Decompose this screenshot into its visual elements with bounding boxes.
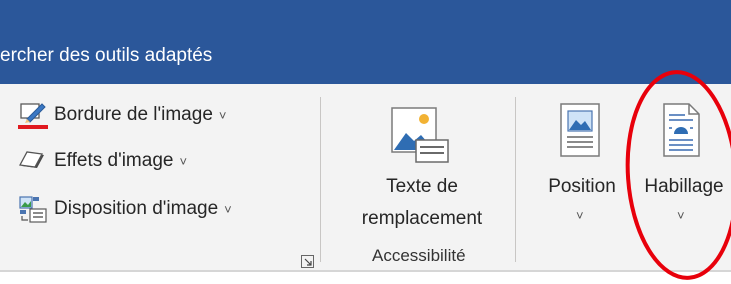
wrap-text-label: Habillage [644, 176, 724, 197]
chevron-down-icon: ˅ [179, 153, 188, 169]
title-bar: ercher des outils adaptés [0, 0, 731, 84]
alt-text-label-line2: remplacement [361, 208, 483, 229]
accessibility-group-label: Accessibilité [372, 246, 466, 265]
position-icon [560, 103, 600, 157]
picture-layout-button[interactable]: Disposition d'image ˅ [18, 192, 232, 226]
chevron-down-icon: ˅ [576, 208, 584, 223]
picture-effects-button[interactable]: Effets d'image ˅ [18, 144, 187, 178]
search-box[interactable]: ercher des outils adaptés [0, 45, 212, 67]
chevron-down-icon: ˅ [677, 208, 685, 223]
picture-border-label: Bordure de l'image [54, 104, 213, 125]
dialog-launcher-icon[interactable] [301, 255, 314, 268]
position-label: Position [548, 176, 616, 197]
position-button[interactable]: Position ˅ [536, 98, 628, 238]
picture-effects-label: Effets d'image [54, 150, 174, 171]
picture-layout-label: Disposition d'image [54, 198, 219, 219]
picture-layout-icon [18, 194, 48, 224]
chevron-down-icon: ˅ [224, 201, 232, 217]
picture-effects-icon [18, 146, 48, 176]
chevron-down-icon: ˅ [218, 107, 227, 123]
picture-border-button[interactable]: Bordure de l'image ˅ [18, 98, 226, 132]
group-divider [320, 97, 321, 262]
picture-border-icon [18, 100, 48, 130]
alt-text-label-line1: Texte de [386, 176, 458, 197]
document-area [0, 272, 731, 284]
alt-text-button[interactable]: Texte de remplacement [352, 98, 492, 240]
wrap-text-button[interactable]: Habillage ˅ [629, 98, 731, 238]
wrap-text-icon [663, 103, 700, 157]
group-divider [515, 97, 516, 262]
alt-text-icon [391, 107, 449, 163]
